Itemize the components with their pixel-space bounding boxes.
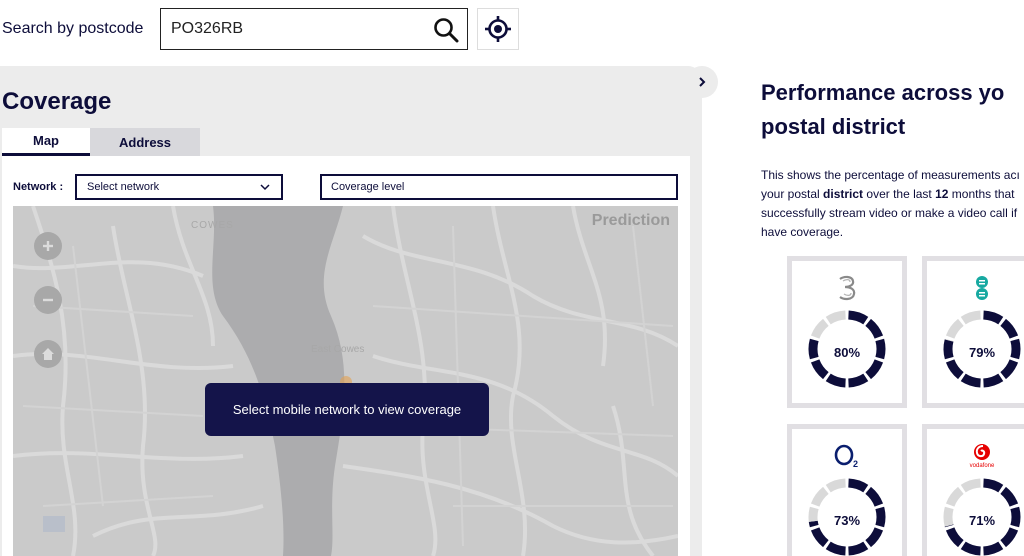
ring-segment bbox=[1000, 359, 1019, 380]
ring-segment bbox=[865, 527, 884, 548]
performance-title: Performance across yo postal district bbox=[761, 76, 1024, 144]
performance-title-line2: postal district bbox=[761, 114, 906, 139]
ring-segment bbox=[848, 373, 869, 388]
chevron-right-icon bbox=[699, 77, 706, 87]
operator-percent-vodafone: 71% bbox=[968, 513, 996, 528]
desc-part-2: your postal bbox=[761, 187, 824, 201]
three-logo-icon bbox=[792, 275, 902, 301]
postcode-input[interactable] bbox=[161, 10, 421, 48]
ring-segment bbox=[825, 478, 846, 493]
ring-segment bbox=[945, 318, 964, 339]
performance-description: This shows the percentage of measurement… bbox=[761, 166, 1024, 242]
ring-segment bbox=[810, 318, 829, 339]
ring-segment bbox=[825, 373, 846, 388]
desc-part-6: months that bbox=[948, 187, 1015, 201]
ring-segment bbox=[983, 478, 1004, 493]
plus-icon bbox=[43, 241, 53, 251]
search-box bbox=[160, 8, 468, 50]
ring-segment bbox=[945, 359, 964, 380]
map-view[interactable]: COWES East Cowes Prediction Select mobil… bbox=[13, 206, 678, 556]
desc-part-4: over the last bbox=[863, 187, 936, 201]
map-card: Network : Select network Coverage level bbox=[2, 156, 690, 556]
svg-text:2: 2 bbox=[853, 459, 858, 469]
ring-segment bbox=[810, 359, 829, 380]
ring-segment bbox=[810, 527, 829, 548]
o2-logo-icon: 2 bbox=[792, 443, 902, 469]
network-label: Network : bbox=[13, 181, 64, 193]
map-label-cowes: COWES bbox=[191, 220, 234, 231]
ring-segment bbox=[848, 310, 869, 325]
locate-button[interactable] bbox=[477, 8, 519, 50]
ring-segment bbox=[983, 373, 1004, 388]
coverage-tabs: Map Address bbox=[2, 128, 200, 156]
coverage-title: Coverage bbox=[2, 88, 112, 115]
ring-segment bbox=[848, 541, 869, 556]
ring-segment bbox=[1000, 527, 1019, 548]
ring-segment bbox=[1000, 318, 1019, 339]
network-select-value: Select network bbox=[87, 181, 160, 193]
map-label-east-cowes: East Cowes bbox=[311, 344, 364, 355]
network-select[interactable]: Select network bbox=[75, 174, 283, 200]
operator-card-vodafone: vodafone 71% bbox=[922, 424, 1024, 556]
ring-segment bbox=[945, 527, 964, 548]
ring-segment bbox=[825, 310, 846, 325]
ring-segment bbox=[960, 373, 981, 388]
map-background: COWES East Cowes bbox=[13, 206, 678, 556]
vodafone-logo-icon: vodafone bbox=[927, 443, 1024, 469]
prediction-label: Prediction bbox=[591, 212, 670, 229]
search-button[interactable] bbox=[431, 15, 461, 45]
desc-part-1: This shows the percentage of measurement… bbox=[761, 168, 1020, 182]
ring-segment bbox=[960, 541, 981, 556]
ring-segment bbox=[945, 486, 964, 507]
operator-percent-three: 80% bbox=[833, 345, 861, 360]
desc-part-8: have coverage. bbox=[761, 225, 844, 239]
ring-segment bbox=[960, 310, 981, 325]
tab-map[interactable]: Map bbox=[2, 128, 90, 156]
ring-segment bbox=[983, 310, 1004, 325]
ring-segment bbox=[810, 486, 829, 507]
map-message: Select mobile network to view coverage bbox=[205, 383, 489, 436]
desc-part-7: successfully stream video or make a vide… bbox=[761, 206, 1018, 220]
search-icon bbox=[434, 18, 459, 43]
svg-text:vodafone: vodafone bbox=[970, 463, 995, 469]
chevron-down-icon bbox=[260, 184, 270, 191]
operator-percent-o2: 73% bbox=[833, 513, 861, 528]
ee-logo-icon bbox=[927, 275, 1024, 301]
ring-segment bbox=[960, 478, 981, 493]
operator-card-o2: 2 73% bbox=[787, 424, 907, 556]
home-icon bbox=[42, 348, 54, 360]
desc-part-5: 12 bbox=[935, 187, 949, 201]
ring-segment bbox=[1000, 486, 1019, 507]
operator-percent-ee: 79% bbox=[968, 345, 996, 360]
collapse-panel-button[interactable] bbox=[686, 66, 718, 98]
ring-segment bbox=[865, 486, 884, 507]
zoom-out-button[interactable] bbox=[34, 286, 62, 314]
crosshair-icon bbox=[485, 16, 511, 42]
search-label: Search by postcode bbox=[2, 20, 144, 37]
ring-segment bbox=[825, 541, 846, 556]
home-button[interactable] bbox=[34, 340, 62, 368]
operator-card-three: 80% bbox=[787, 256, 907, 408]
ring-segment bbox=[983, 541, 1004, 556]
operator-card-ee: 79% bbox=[922, 256, 1024, 408]
desc-part-3: district bbox=[823, 187, 864, 201]
ring-segment bbox=[865, 318, 884, 339]
minus-icon bbox=[43, 298, 53, 302]
ring-segment bbox=[865, 359, 884, 380]
coverage-level-select[interactable]: Coverage level bbox=[320, 174, 678, 200]
zoom-in-button[interactable] bbox=[34, 232, 62, 260]
performance-title-line1: Performance across yo bbox=[761, 80, 1005, 105]
ring-segment bbox=[848, 478, 869, 493]
tab-address[interactable]: Address bbox=[90, 128, 200, 156]
